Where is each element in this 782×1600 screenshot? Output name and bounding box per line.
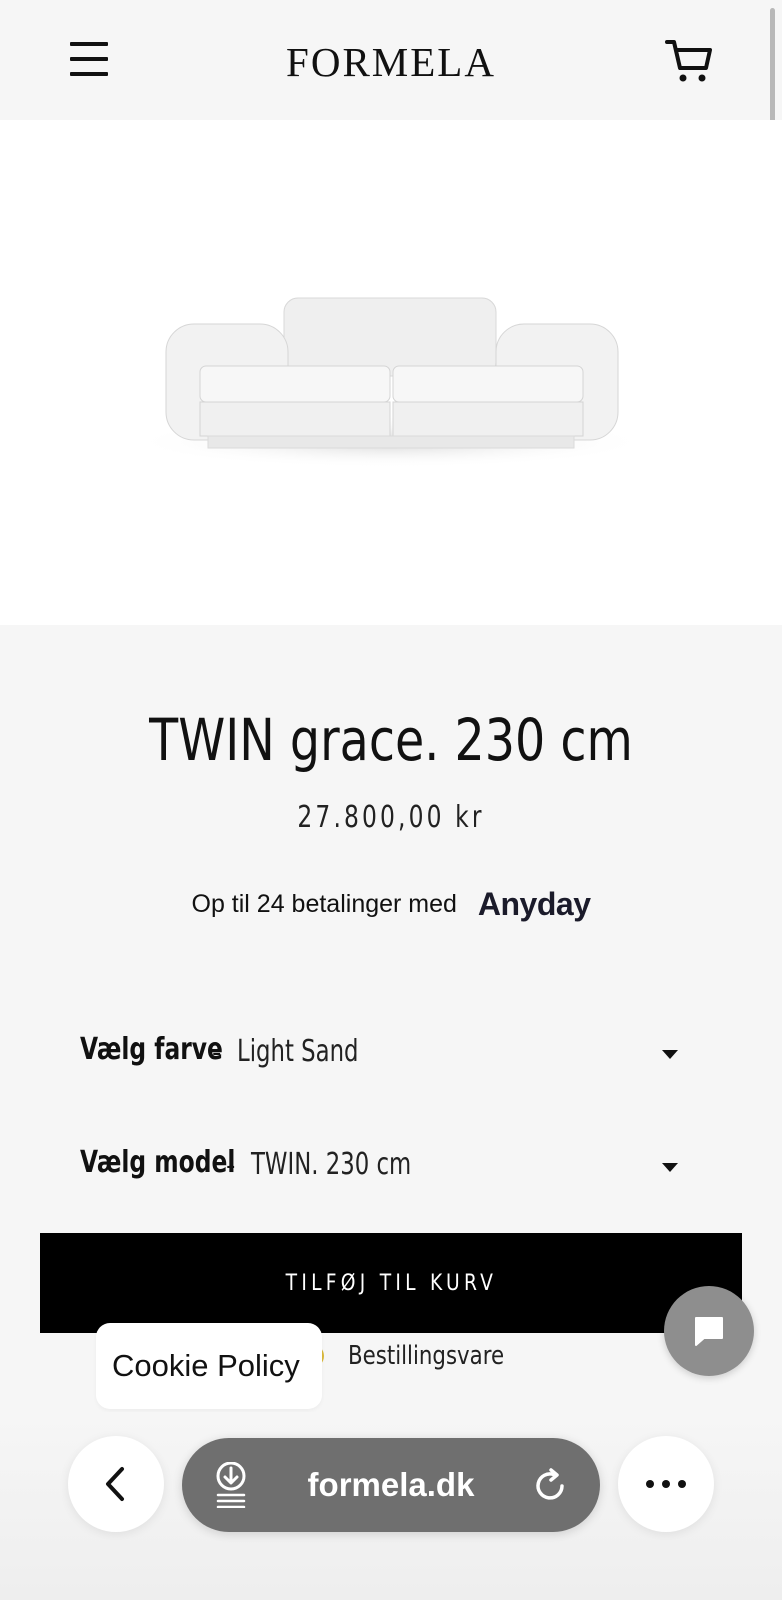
model-select-value: TWIN. 230 cm (251, 1147, 412, 1182)
financing-text: Op til 24 betalinger med (191, 890, 457, 918)
financing-banner[interactable]: Op til 24 betalinger med Anyday (0, 886, 782, 923)
chat-bubble-icon (695, 1317, 723, 1346)
model-select-label: Vælg model (80, 1145, 236, 1180)
reload-icon[interactable] (532, 1468, 568, 1504)
product-title: TWIN grace. 230 cm (149, 706, 633, 774)
browser-back-button[interactable] (68, 1436, 164, 1532)
browser-more-button[interactable] (618, 1436, 714, 1532)
shopping-cart-icon[interactable] (664, 36, 714, 86)
chevron-left-icon (106, 1467, 124, 1501)
add-to-cart-button[interactable]: TILFØJ TIL KURV (40, 1233, 742, 1333)
caret-down-icon (662, 1050, 678, 1059)
browser-address-bar[interactable]: formela.dk (182, 1438, 600, 1532)
cookie-policy-label: Cookie Policy (112, 1348, 300, 1383)
model-select[interactable]: Vælg model - TWIN. 230 cm (80, 1145, 702, 1195)
stock-status-text: Bestillingsvare (348, 1341, 505, 1371)
product-image[interactable] (0, 120, 782, 625)
anyday-logo: Anyday (477, 886, 591, 922)
more-dots-icon (646, 1480, 686, 1488)
separator: - (212, 1038, 222, 1068)
color-select-value: Light Sand (237, 1034, 359, 1069)
sofa-image (130, 297, 650, 468)
color-select[interactable]: Vælg farve - Light Sand (80, 1032, 702, 1082)
cookie-policy-button[interactable]: Cookie Policy (96, 1323, 322, 1409)
site-header: FORMELA (0, 0, 782, 120)
separator: - (226, 1151, 236, 1181)
color-select-label: Vælg farve (80, 1032, 223, 1067)
add-to-cart-label: TILFØJ TIL KURV (285, 1270, 497, 1296)
caret-down-icon (662, 1163, 678, 1172)
product-price: 27.800,00 kr (297, 800, 485, 835)
chat-button[interactable] (664, 1286, 754, 1376)
